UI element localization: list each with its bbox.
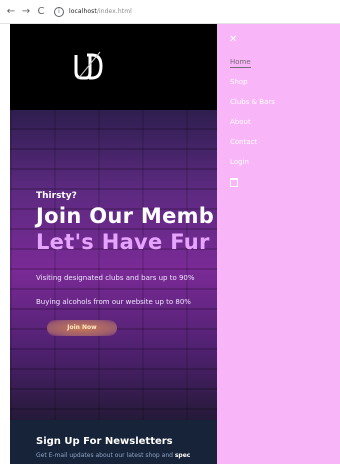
join-now-button[interactable]: Join Now	[47, 320, 117, 336]
page: Thirsty? Join Our Memb Let's Have Fur Vi…	[0, 24, 340, 464]
nav-login[interactable]: Login	[230, 158, 249, 166]
hero-benefit-2: Buying alcohols from our website up to 8…	[36, 298, 191, 306]
nav-about[interactable]: About	[230, 118, 251, 126]
hero-title-line-2: Let's Have Fur	[36, 230, 210, 254]
site-header	[10, 24, 217, 110]
close-icon[interactable]: ✕	[229, 34, 237, 45]
reload-icon[interactable]: C	[36, 0, 46, 24]
hero-benefit-1: Visiting designated clubs and bars up to…	[36, 274, 195, 282]
hero-banner	[10, 110, 217, 430]
newsletter-subtitle-bold: spec	[174, 452, 191, 459]
hero-title-line-1: Join Our Memb	[36, 204, 215, 228]
forward-icon[interactable]: →	[21, 0, 31, 24]
hero-eyebrow: Thirsty?	[36, 191, 77, 201]
nav-clubs-bars[interactable]: Clubs & Bars	[230, 98, 275, 106]
nav-contact[interactable]: Contact	[230, 138, 257, 146]
newsletter-title: Sign Up For Newsletters	[36, 436, 173, 447]
newsletter-subtitle-text: Get E-mail updates about our latest shop…	[36, 452, 173, 459]
site-info-icon[interactable]: i	[54, 6, 64, 17]
browser-toolbar: ← → C i localhost/index.html	[0, 0, 340, 24]
back-icon[interactable]: ←	[6, 0, 16, 24]
address-bar[interactable]: localhost/index.html	[69, 8, 132, 15]
shopping-bag-icon[interactable]	[230, 178, 238, 187]
side-nav-menu: ✕ Home Shop Clubs & Bars About Contact L…	[217, 24, 340, 464]
url-host: localhost	[69, 8, 97, 15]
nav-home[interactable]: Home	[230, 58, 251, 68]
url-path: /index.html	[96, 8, 132, 15]
nav-shop[interactable]: Shop	[230, 78, 248, 86]
newsletter-subtitle: Get E-mail updates about our latest shop…	[36, 452, 190, 459]
brand-logo[interactable]	[70, 48, 106, 84]
